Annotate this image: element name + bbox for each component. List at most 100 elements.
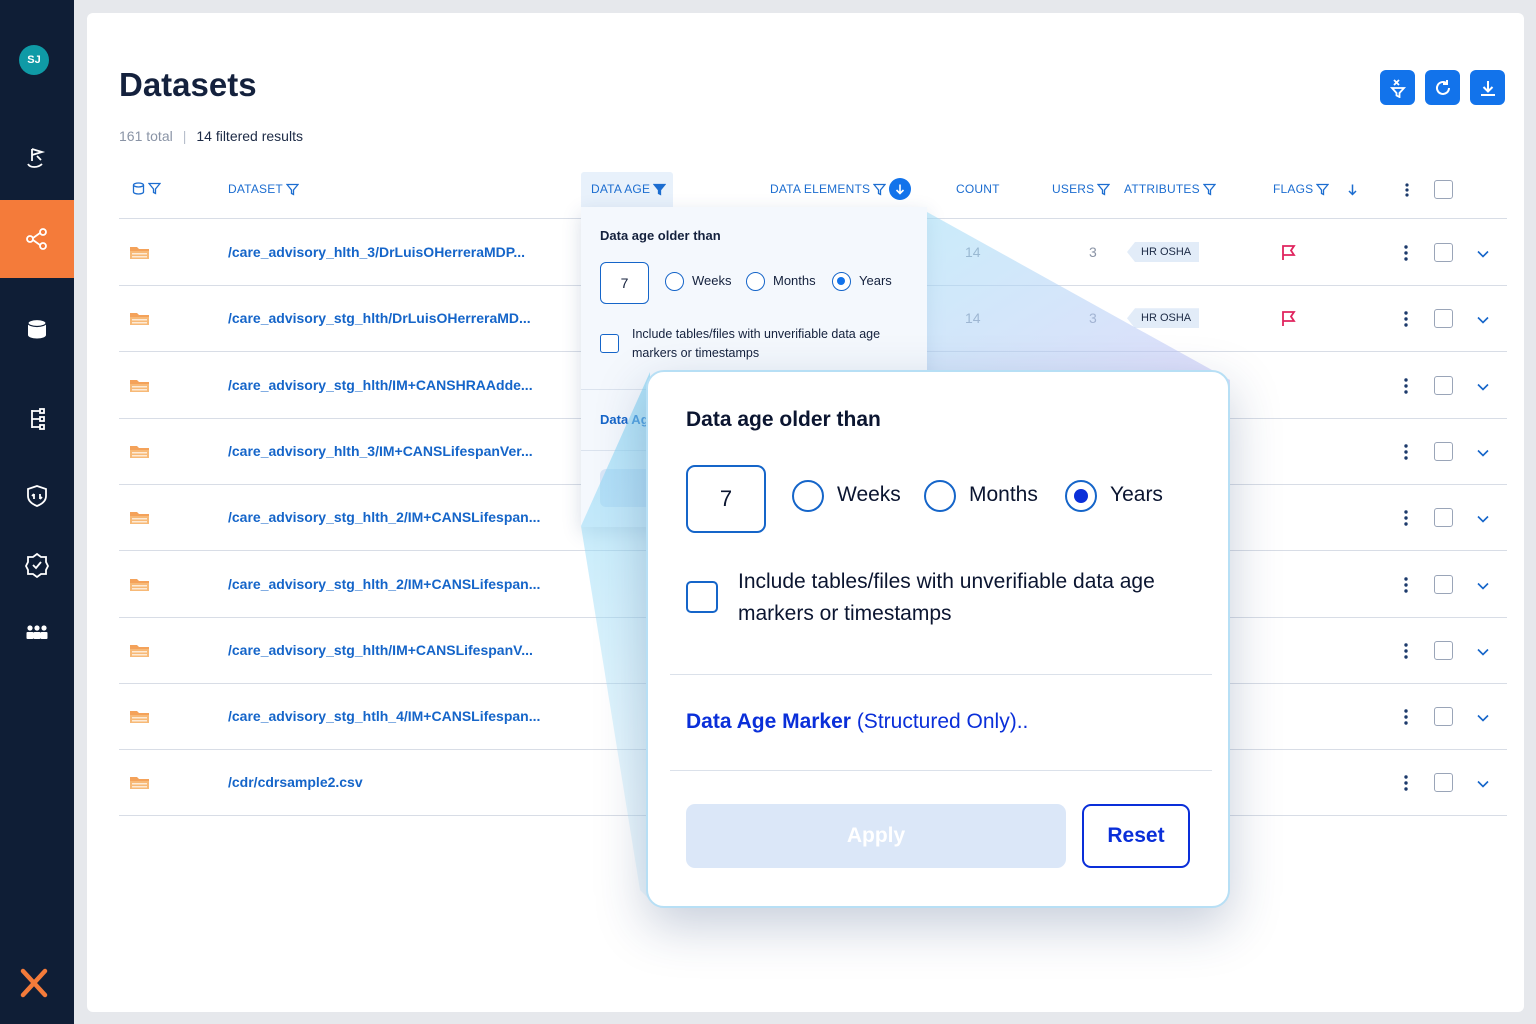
row-checkbox[interactable] — [1434, 640, 1453, 660]
radio-years[interactable] — [832, 272, 851, 291]
attribute-tag[interactable]: HR OSHA — [1127, 242, 1200, 262]
database-icon[interactable] — [0, 290, 74, 368]
chevron-down-icon[interactable] — [1476, 249, 1490, 259]
reset-button[interactable]: Reset — [1082, 804, 1190, 868]
hierarchy-icon[interactable] — [0, 380, 74, 458]
row-menu-icon[interactable] — [1401, 441, 1411, 463]
age-value-input[interactable]: 7 — [600, 262, 649, 304]
divider — [670, 770, 1212, 771]
include-unverifiable-checkbox[interactable] — [686, 581, 718, 613]
radio-months[interactable] — [924, 480, 956, 512]
column-users[interactable]: USERS — [1052, 182, 1111, 196]
download-button[interactable] — [1470, 70, 1505, 105]
dataset-name-link[interactable]: /care_advisory_stg_hlth_2/IM+CANSLifespa… — [228, 509, 540, 525]
filter-icon[interactable] — [1316, 183, 1330, 196]
row-menu-icon[interactable] — [1401, 574, 1411, 596]
include-unverifiable-checkbox[interactable] — [600, 334, 619, 353]
chevron-down-icon[interactable] — [1476, 713, 1490, 723]
header-kebab-icon[interactable] — [1402, 182, 1412, 198]
users-icon[interactable] — [0, 594, 74, 672]
shield-icon[interactable] — [0, 457, 74, 535]
column-data-elements-label: DATA ELEMENTS — [770, 182, 871, 196]
row-checkbox[interactable] — [1434, 707, 1453, 727]
arrow-down-icon — [895, 184, 905, 195]
filtered-count: 14 filtered results — [196, 128, 303, 144]
column-dataset[interactable]: DATASET — [228, 182, 299, 196]
column-count-label: COUNT — [956, 182, 1000, 196]
chevron-down-icon[interactable] — [1476, 514, 1490, 524]
row-menu-icon[interactable] — [1401, 375, 1411, 397]
row-checkbox[interactable] — [1434, 309, 1453, 329]
column-data-age-label: DATA AGE — [591, 182, 651, 196]
radio-weeks-label: Weeks — [837, 483, 901, 506]
filter-icon[interactable] — [873, 183, 887, 196]
row-checkbox[interactable] — [1434, 574, 1453, 594]
column-data-elements[interactable]: DATA ELEMENTS — [770, 182, 887, 196]
lineage-icon[interactable] — [0, 120, 74, 198]
dataset-name-link[interactable]: /cdr/cdrsample2.csv — [228, 774, 363, 790]
chevron-down-icon[interactable] — [1476, 382, 1490, 392]
apply-button[interactable]: Apply — [686, 804, 1066, 868]
dataset-name-link[interactable]: /care_advisory_hlth_3/DrLuisOHerreraMDP.… — [228, 244, 525, 260]
clear-filters-button[interactable] — [1380, 70, 1415, 105]
row-checkbox[interactable] — [1434, 508, 1453, 528]
download-icon — [1480, 80, 1495, 96]
dataset-name-link[interactable]: /care_advisory_hlth_3/IM+CANSLifespanVer… — [228, 443, 533, 459]
graph-icon[interactable] — [0, 200, 74, 278]
column-count[interactable]: COUNT — [956, 182, 1000, 196]
dataset-name-link[interactable]: /care_advisory_stg_htlh_4/IM+CANSLifespa… — [228, 708, 540, 724]
dataset-type-filter[interactable] — [132, 182, 161, 195]
user-avatar[interactable]: SJ — [19, 45, 49, 75]
row-checkbox[interactable] — [1434, 243, 1453, 262]
folder-icon — [130, 512, 149, 525]
row-menu-icon[interactable] — [1401, 242, 1411, 264]
data-age-marker-link[interactable]: Data Age Marker (Structured Only).. — [686, 710, 1028, 734]
row-checkbox[interactable] — [1434, 375, 1453, 395]
radio-months[interactable] — [746, 272, 765, 291]
flag-icon[interactable] — [1281, 244, 1296, 261]
row-menu-icon[interactable] — [1401, 640, 1411, 662]
flag-icon[interactable] — [1281, 310, 1296, 327]
attribute-tag[interactable]: HR OSHA — [1127, 308, 1200, 329]
chevron-down-icon[interactable] — [1476, 315, 1490, 325]
column-flags[interactable]: FLAGS — [1273, 182, 1359, 196]
row-checkbox[interactable] — [1434, 773, 1453, 793]
radio-months-label: Months — [969, 483, 1038, 506]
row-menu-icon[interactable] — [1401, 507, 1411, 529]
radio-weeks[interactable] — [792, 480, 824, 512]
column-attributes[interactable]: ATTRIBUTES — [1124, 182, 1216, 196]
radio-weeks[interactable] — [665, 272, 684, 291]
chevron-down-icon[interactable] — [1476, 647, 1490, 657]
dataset-name-link[interactable]: /care_advisory_stg_hlth/DrLuisOHerreraMD… — [228, 310, 531, 326]
select-all-checkbox[interactable] — [1434, 180, 1453, 199]
row-menu-icon[interactable] — [1401, 308, 1411, 330]
filter-title: Data age older than — [686, 408, 881, 431]
radio-years-label: Years — [1110, 483, 1163, 506]
brand-logo — [20, 968, 48, 998]
filter-icon[interactable] — [1097, 183, 1111, 196]
badge-check-icon[interactable] — [0, 526, 74, 604]
filter-icon[interactable] — [285, 183, 299, 196]
dataset-name-link[interactable]: /care_advisory_stg_hlth/IM+CANSLifespanV… — [228, 642, 533, 658]
chevron-down-icon[interactable] — [1476, 779, 1490, 789]
dataset-name-link[interactable]: /care_advisory_stg_hlth/IM+CANSHRAAdde..… — [228, 377, 533, 393]
sort-descending-button[interactable] — [889, 178, 911, 200]
row-menu-icon[interactable] — [1401, 772, 1411, 794]
row-checkbox[interactable] — [1434, 441, 1453, 461]
filter-active-icon[interactable] — [653, 183, 667, 196]
folder-icon — [130, 247, 149, 259]
radio-years[interactable] — [1065, 480, 1097, 512]
chevron-down-icon[interactable] — [1476, 448, 1490, 458]
folder-icon — [130, 777, 149, 790]
dataset-name-link[interactable]: /care_advisory_stg_hlth_2/IM+CANSLifespa… — [228, 576, 540, 592]
sort-arrow-icon[interactable] — [1346, 183, 1359, 196]
row-menu-icon[interactable] — [1401, 706, 1411, 728]
filter-icon[interactable] — [1202, 183, 1216, 196]
data-age-marker-link[interactable]: Data Ag — [600, 412, 649, 427]
column-data-age[interactable]: DATA AGE — [591, 182, 667, 196]
folder-icon — [130, 445, 149, 458]
chevron-down-icon[interactable] — [1476, 581, 1490, 591]
age-value-input[interactable]: 7 — [686, 465, 766, 533]
refresh-button[interactable] — [1425, 70, 1460, 105]
radio-years-label: Years — [859, 273, 892, 288]
